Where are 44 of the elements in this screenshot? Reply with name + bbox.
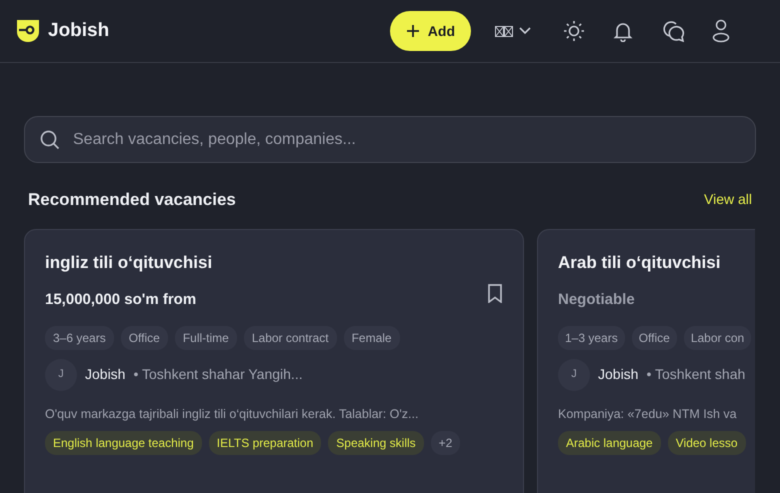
location-text: • Toshkent shah: [646, 365, 746, 384]
avatar: J: [45, 358, 77, 390]
language-selector[interactable]: [495, 26, 531, 36]
skill-tag: Arabic language: [558, 431, 661, 456]
skill-tag: Video lesso: [668, 431, 746, 456]
search-field[interactable]: Search vacancies, people, companies...: [24, 116, 756, 163]
bookmark-button[interactable]: [487, 284, 503, 303]
tag-chip: 3–6 years: [45, 326, 114, 350]
more-count: +2: [430, 431, 460, 456]
company-name[interactable]: Jobish: [85, 364, 126, 385]
description-text: O'quv markazga tajribali ingliz tili o‘qituvchilari kerak. Talablar: O'z...: [45, 406, 420, 423]
search-icon: [40, 130, 60, 150]
add-button[interactable]: Add: [390, 11, 471, 51]
location-text: • Toshkent shahar Yangih...: [133, 365, 303, 384]
vacancy-card[interactable]: [24, 228, 524, 493]
vacancy-card[interactable]: Arab tili o‘qituvchisi Negotiable 1–3 years Office Labor con J Jobish • Toshkent shah Kompaniya: «7edu» NTM Ish va Arabic language Video lesso: [537, 228, 755, 493]
sun-icon[interactable]: [563, 20, 585, 42]
skill-tag: IELTS preparation: [208, 431, 322, 456]
view-all-link[interactable]: View all: [704, 189, 752, 210]
company-name[interactable]: Jobish: [598, 364, 638, 385]
salary-text: Negotiable: [558, 290, 635, 310]
bell-icon[interactable]: [612, 20, 634, 42]
description-text: Kompaniya: «7edu» NTM Ish va: [558, 406, 738, 423]
skill-tag: English language teaching: [45, 431, 202, 456]
plus-icon: [406, 24, 420, 38]
job-title[interactable]: Arab tili o‘qituvchisi: [558, 250, 751, 275]
tag-chip: Office: [120, 326, 168, 350]
job-title[interactable]: ingliz tili o‘qituvchisi: [45, 250, 503, 275]
tag-chip: 1–3 years: [558, 326, 625, 350]
tag-chip: Labor contract: [244, 326, 337, 350]
tag-chip: Office: [632, 326, 677, 350]
tag-chip: Full-time: [174, 326, 237, 350]
chat-icon[interactable]: [661, 20, 685, 42]
logo-text[interactable]: Jobish: [48, 16, 110, 46]
chevron-down-icon: [519, 27, 531, 35]
flag-icon: [495, 26, 513, 36]
section-title: Recommended vacancies: [28, 189, 236, 211]
salary-text: 15,000,000 so'm from: [45, 290, 196, 310]
tag-chip: Female: [344, 326, 400, 350]
logo-icon: [16, 19, 40, 43]
avatar: J: [558, 358, 590, 390]
tag-chip: Labor con: [684, 326, 752, 350]
skill-tag: Speaking skills: [328, 431, 424, 456]
user-icon[interactable]: [712, 19, 730, 43]
